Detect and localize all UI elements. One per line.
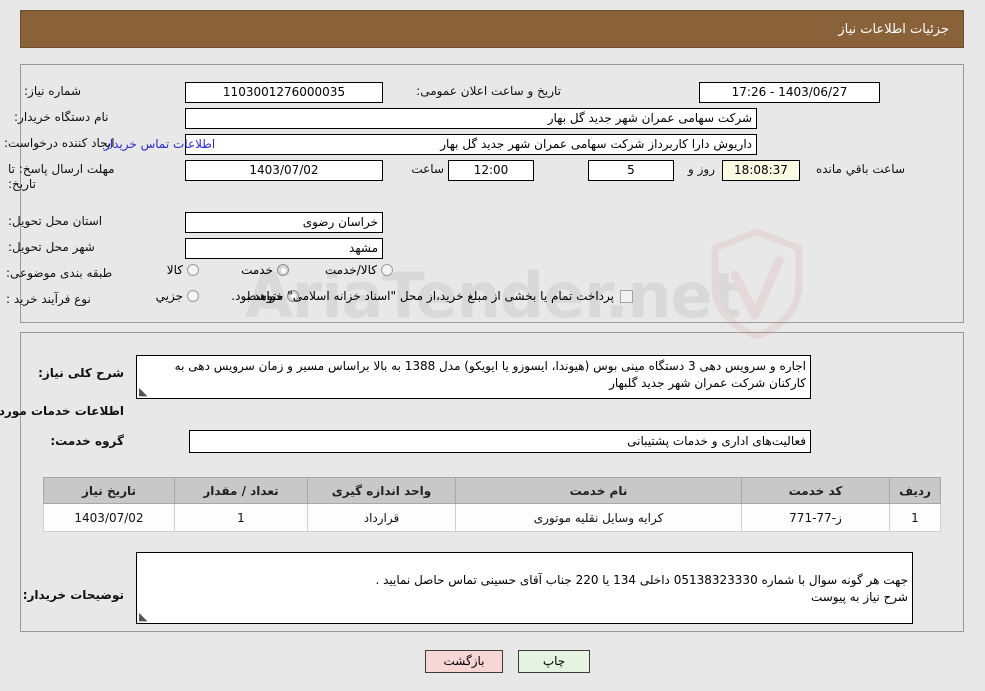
countdown-timer-value: 18:08:37 (722, 160, 800, 181)
table-row: 1 ز-77-771 کرایه وسایل نقلیه موتوری قرار… (43, 503, 941, 532)
radio-jozi[interactable] (187, 290, 199, 302)
treasury-bond-checkbox-row[interactable]: پرداخت تمام یا بخشی از مبلغ خرید،از محل … (231, 289, 633, 303)
radio-kala-khedmat[interactable] (381, 264, 393, 276)
radio-khedmat[interactable] (277, 264, 289, 276)
radio-kala[interactable] (187, 264, 199, 276)
table-header-row: ردیف کد خدمت نام خدمت واحد اندازه گیری ت… (43, 477, 941, 504)
buyer-org-label: نام دستگاه خریدار: (14, 110, 109, 124)
category-option-kala-khedmat-label: کالا/خدمت (324, 263, 377, 277)
category-label: طبقه بندی موضوعی: (6, 266, 113, 280)
need-number-label: شماره نیاز: (24, 84, 81, 98)
col-name: نام خدمت (455, 477, 742, 504)
cell-unit: قرارداد (307, 503, 456, 532)
category-option-kala-khedmat[interactable]: کالا/خدمت (325, 263, 393, 277)
public-announce-value: 1403/06/27 - 17:26 (699, 82, 880, 103)
checkbox-treasury-bond[interactable] (620, 289, 633, 303)
province-value: خراسان رضوی (185, 212, 383, 233)
requester-value: داریوش دارا کاربرداز شرکت سهامی عمران شه… (185, 134, 757, 155)
cell-name: کرایه وسایل نقلیه موتوری (455, 503, 742, 532)
city-label: شهر محل تحویل: (8, 240, 95, 254)
cell-code: ز-77-771 (741, 503, 890, 532)
province-label: استان محل تحویل: (8, 214, 103, 228)
col-date: تاریخ نیاز (43, 477, 175, 504)
cell-qty: 1 (174, 503, 308, 532)
countdown-timer-label: ساعت باقي مانده (815, 162, 905, 176)
page-title-bar: جزئیات اطلاعات نیاز (20, 10, 964, 48)
services-section-title: اطلاعات خدمات مورد نیاز (0, 404, 124, 418)
col-code: کد خدمت (741, 477, 890, 504)
general-desc-value: اجاره و سرویس دهی 3 دستگاه مینی بوس (هیو… (174, 359, 806, 390)
deadline-hour-label: ساعت (411, 162, 444, 176)
cell-date: 1403/07/02 (43, 503, 175, 532)
page-root: AriaTender.net جزئیات اطلاعات نیاز شماره… (0, 0, 985, 691)
buyer-notes-textarea[interactable]: جهت هر گونه سوال با شماره 05138323330 دا… (136, 552, 913, 624)
print-button[interactable]: چاپ (518, 650, 590, 673)
category-option-khedmat-label: خدمت (241, 263, 273, 277)
deadline-label: مهلت ارسال پاسخ: تا تاریخ: (8, 162, 115, 191)
service-group-label: گروه خدمت: (50, 434, 124, 448)
days-remaining-label: روز و (688, 162, 715, 176)
page-title: جزئیات اطلاعات نیاز (838, 21, 949, 37)
process-label: نوع فرآیند خرید : (6, 292, 91, 306)
category-option-kala[interactable]: کالا (167, 263, 199, 277)
back-button[interactable]: بازگشت (425, 650, 503, 673)
days-remaining-value: 5 (588, 160, 674, 181)
city-value: مشهد (185, 238, 383, 259)
col-unit: واحد اندازه گیری (307, 477, 456, 504)
col-index: ردیف (889, 477, 941, 504)
general-desc-textarea[interactable]: اجاره و سرویس دهی 3 دستگاه مینی بوس (هیو… (136, 355, 811, 399)
cell-index: 1 (889, 503, 941, 532)
deadline-time-value: 12:00 (448, 160, 534, 181)
process-option-jozi[interactable]: جزیي (156, 289, 199, 303)
category-option-kala-label: کالا (166, 263, 183, 277)
buyer-notes-value: جهت هر گونه سوال با شماره 05138323330 دا… (375, 573, 908, 604)
col-qty: تعداد / مقدار (174, 477, 308, 504)
resize-grip-icon-notes[interactable]: ◢ (139, 610, 151, 623)
service-group-value: فعالیت‌های اداری و خدمات پشتیبانی (189, 430, 811, 453)
resize-grip-icon[interactable]: ◢ (139, 385, 151, 398)
buyer-org-value: شرکت سهامی عمران شهر جدید گل بهار (185, 108, 757, 129)
public-announce-label: تاریخ و ساعت اعلان عمومی: (416, 84, 561, 98)
buyer-notes-label: توضیحات خریدار: (22, 588, 124, 602)
treasury-bond-label: پرداخت تمام یا بخشی از مبلغ خرید،از محل … (231, 289, 614, 303)
general-desc-label: شرح کلی نیاز: (38, 366, 124, 380)
process-option-jozi-label: جزیي (155, 289, 183, 303)
need-number-value: 1103001276000035 (185, 82, 383, 103)
buyer-contact-link[interactable]: اطلاعات تماس خریدار (104, 137, 215, 151)
category-option-khedmat[interactable]: خدمت (241, 263, 289, 277)
deadline-date-value: 1403/07/02 (185, 160, 383, 181)
services-table: ردیف کد خدمت نام خدمت واحد اندازه گیری ت… (43, 477, 941, 532)
